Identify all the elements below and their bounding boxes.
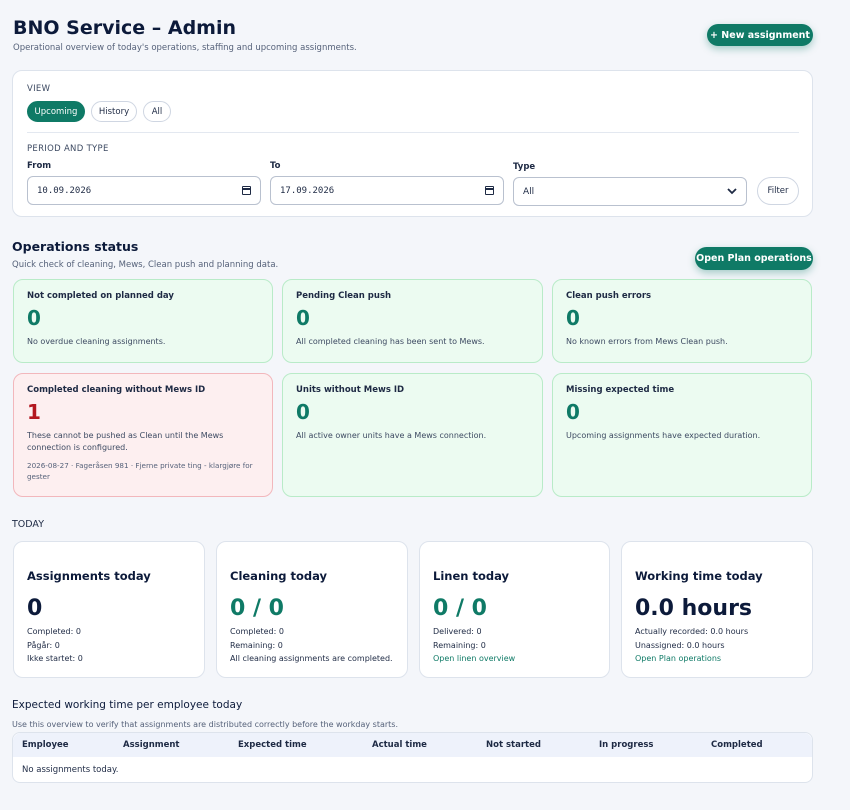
status-card-without-mews-id: Completed cleaning without Mews ID 1 The…: [13, 373, 273, 497]
today-card-working-time: Working time today 0.0 hours Actually re…: [621, 541, 813, 678]
from-label: From: [27, 161, 52, 171]
today-card-line: Ikke startet: 0: [27, 654, 83, 663]
type-select-value: All: [523, 186, 535, 197]
employees-title: Expected working time per employee today: [12, 699, 243, 711]
view-tab-history[interactable]: History: [91, 101, 137, 122]
chevron-down-icon: [727, 188, 737, 195]
filter-card: VIEW Upcoming History All PERIOD AND TYP…: [12, 70, 813, 217]
today-card-line: Completed: 0: [230, 627, 284, 636]
today-card-line: Remaining: 0: [230, 640, 283, 650]
today-card-line: All cleaning assignments are completed.: [230, 654, 393, 663]
today-card-line: Remaining: 0: [433, 640, 486, 650]
operations-subtitle: Quick check of cleaning, Mews, Clean pus…: [12, 260, 279, 270]
employees-table: Employee Assignment Expected time Actual…: [12, 732, 813, 783]
column-header: Employee: [22, 740, 69, 750]
open-plan-operations-link[interactable]: Open Plan operations: [635, 652, 799, 666]
type-select[interactable]: All: [513, 177, 747, 206]
to-date-value: 17.09.2026: [280, 185, 335, 196]
status-card-desc: All active owner units have a Mews conne…: [296, 431, 487, 440]
status-card-value: 1: [27, 400, 41, 424]
calendar-icon[interactable]: [242, 186, 251, 195]
from-date-input[interactable]: 10.09.2026: [27, 176, 261, 205]
column-header: Assignment: [123, 740, 180, 750]
status-card-title: Not completed on planned day: [27, 291, 174, 301]
today-card-line: Completed: 0: [27, 627, 81, 636]
today-label: TODAY: [12, 519, 44, 530]
status-card-value: 0: [296, 306, 310, 330]
column-header: Expected time: [238, 740, 307, 750]
table-header: Employee Assignment Expected time Actual…: [13, 733, 812, 757]
new-assignment-button[interactable]: + New assignment: [707, 24, 813, 46]
to-date-input[interactable]: 17.09.2026: [270, 176, 504, 205]
today-card-line: Unassigned: 0.0 hours: [635, 640, 725, 650]
view-label: VIEW: [27, 84, 51, 94]
status-card-units-without-mews-id: Units without Mews ID 0 All active owner…: [282, 373, 543, 497]
status-card-title: Units without Mews ID: [296, 385, 405, 395]
employees-subtitle: Use this overview to verify that assignm…: [12, 720, 399, 729]
status-card-missing-expected-time: Missing expected time 0 Upcoming assignm…: [552, 373, 812, 497]
today-card-title: Working time today: [635, 569, 763, 583]
today-card-value: 0.0 hours: [635, 596, 753, 621]
column-header: Completed: [711, 740, 763, 750]
status-card-desc: Upcoming assignments have expected durat…: [566, 431, 761, 440]
status-card-pending-clean-push: Pending Clean push 0 All completed clean…: [282, 279, 543, 363]
today-card-value: 0: [27, 596, 43, 621]
status-card-value: 0: [296, 400, 310, 424]
status-card-value: 0: [566, 400, 580, 424]
today-card-assignments: Assignments today 0 Completed: 0 Pågår: …: [13, 541, 205, 678]
filter-button[interactable]: Filter: [757, 177, 799, 205]
status-card-detail: 2026-08-27 · Fageråsen 981 · Fjerne priv…: [27, 461, 253, 481]
column-header: Not started: [486, 740, 541, 750]
today-card-line: Actually recorded: 0.0 hours: [635, 627, 749, 636]
status-card-not-completed: Not completed on planned day 0 No overdu…: [13, 279, 273, 363]
status-card-value: 0: [27, 306, 41, 330]
status-card-clean-push-errors: Clean push errors 0 No known errors from…: [552, 279, 812, 363]
status-card-title: Completed cleaning without Mews ID: [27, 385, 206, 395]
view-tab-upcoming[interactable]: Upcoming: [27, 101, 85, 122]
from-date-value: 10.09.2026: [37, 185, 92, 196]
divider: [27, 132, 799, 133]
empty-state: No assignments today.: [22, 765, 119, 775]
calendar-icon[interactable]: [485, 186, 494, 195]
status-card-title: Clean push errors: [566, 291, 652, 301]
period-label: PERIOD AND TYPE: [27, 144, 109, 154]
status-card-title: Pending Clean push: [296, 291, 392, 301]
today-card-linen: Linen today 0 / 0 Delivered: 0 Remaining…: [419, 541, 610, 678]
page-subtitle: Operational overview of today's operatio…: [13, 43, 357, 53]
operations-title: Operations status: [12, 239, 139, 254]
today-card-cleaning: Cleaning today 0 / 0 Completed: 0 Remain…: [216, 541, 408, 678]
status-card-desc: No known errors from Mews Clean push.: [566, 337, 728, 346]
to-label: To: [270, 161, 281, 171]
today-card-value: 0 / 0: [230, 596, 284, 621]
page-title: BNO Service – Admin: [13, 17, 237, 39]
status-card-desc: These cannot be pushed as Clean until th…: [27, 431, 224, 452]
column-header: In progress: [599, 740, 654, 750]
status-card-desc: All completed cleaning has been sent to …: [296, 337, 485, 346]
today-card-line: Delivered: 0: [433, 627, 482, 636]
open-plan-operations-button[interactable]: Open Plan operations: [695, 247, 813, 270]
status-card-value: 0: [566, 306, 580, 330]
view-tab-all[interactable]: All: [143, 101, 171, 122]
today-card-value: 0 / 0: [433, 596, 487, 621]
today-card-title: Cleaning today: [230, 569, 328, 583]
status-card-desc: No overdue cleaning assignments.: [27, 337, 166, 346]
column-header: Actual time: [372, 740, 427, 750]
today-card-title: Linen today: [433, 569, 509, 583]
type-label: Type: [513, 162, 536, 172]
today-card-line: Pågår: 0: [27, 640, 60, 650]
status-card-title: Missing expected time: [566, 385, 675, 395]
open-linen-overview-link[interactable]: Open linen overview: [433, 652, 596, 666]
today-card-title: Assignments today: [27, 569, 151, 583]
